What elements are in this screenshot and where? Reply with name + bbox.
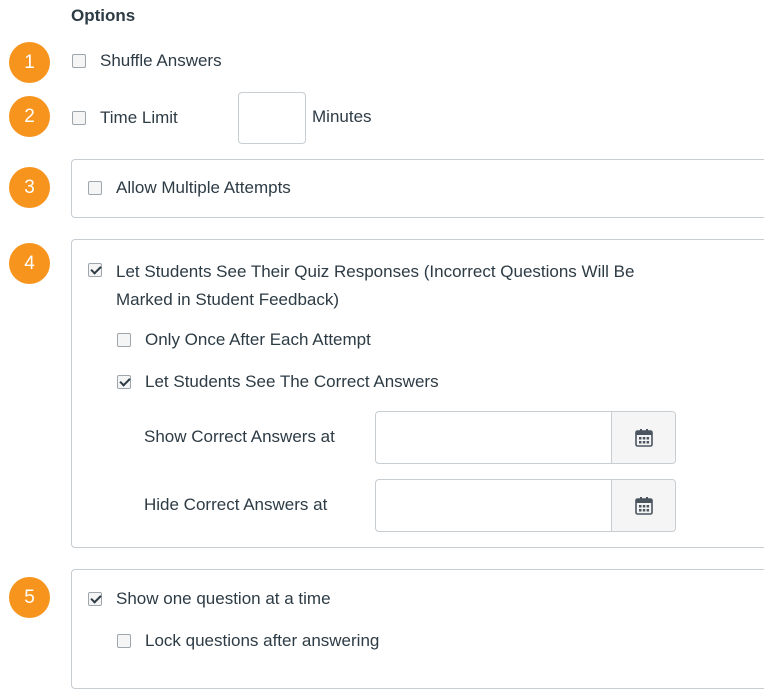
see-responses-checkbox[interactable]	[88, 263, 102, 277]
lock-questions-label: Lock questions after answering	[145, 631, 380, 650]
one-question-checkbox[interactable]	[88, 592, 102, 606]
show-correct-at-label: Show Correct Answers at	[144, 427, 335, 446]
shuffle-answers-option[interactable]: Shuffle Answers	[72, 51, 222, 71]
hide-correct-at-field	[375, 479, 676, 532]
time-limit-minutes-input[interactable]	[238, 92, 306, 144]
show-correct-at-calendar-button[interactable]	[611, 412, 675, 463]
multiple-attempts-panel: Allow Multiple Attempts	[71, 159, 764, 218]
hide-correct-at-label: Hide Correct Answers at	[144, 495, 328, 514]
minutes-unit-label: Minutes	[312, 107, 372, 126]
step-badge-4: 4	[9, 243, 50, 284]
one-question-label: Show one question at a time	[116, 589, 331, 608]
one-question-panel: Show one question at a time Lock questio…	[71, 569, 764, 689]
only-once-option[interactable]: Only Once After Each Attempt	[117, 330, 371, 350]
show-correct-at-field	[375, 411, 676, 464]
time-limit-label: Time Limit	[100, 108, 178, 127]
see-responses-label: Let Students See Their Quiz Responses (I…	[116, 258, 634, 314]
see-correct-answers-label: Let Students See The Correct Answers	[145, 372, 439, 391]
only-once-checkbox[interactable]	[117, 333, 131, 347]
see-correct-answers-checkbox[interactable]	[117, 375, 131, 389]
see-responses-option[interactable]: Let Students See Their Quiz Responses (I…	[88, 258, 634, 314]
hide-correct-at-calendar-button[interactable]	[611, 480, 675, 531]
options-heading: Options	[71, 6, 136, 25]
shuffle-answers-checkbox[interactable]	[72, 54, 86, 68]
see-responses-label-line2: Marked in Student Feedback)	[116, 290, 340, 309]
lock-questions-checkbox[interactable]	[117, 634, 131, 648]
multiple-attempts-option[interactable]: Allow Multiple Attempts	[88, 178, 291, 198]
only-once-label: Only Once After Each Attempt	[145, 330, 371, 349]
calendar-icon	[634, 428, 653, 447]
calendar-icon	[634, 496, 653, 515]
step-badge-5: 5	[9, 577, 50, 618]
step-badge-3: 3	[9, 167, 50, 208]
show-correct-at-input[interactable]	[376, 412, 611, 463]
time-limit-option[interactable]: Time Limit	[72, 108, 178, 128]
hide-correct-at-input[interactable]	[376, 480, 611, 531]
shuffle-answers-label: Shuffle Answers	[100, 51, 222, 70]
lock-questions-option[interactable]: Lock questions after answering	[117, 631, 379, 651]
multiple-attempts-checkbox[interactable]	[88, 181, 102, 195]
see-responses-label-line1: Let Students See Their Quiz Responses (I…	[116, 262, 635, 281]
see-correct-answers-option[interactable]: Let Students See The Correct Answers	[117, 372, 439, 392]
step-badge-1: 1	[9, 42, 50, 83]
one-question-option[interactable]: Show one question at a time	[88, 589, 331, 609]
multiple-attempts-label: Allow Multiple Attempts	[116, 178, 291, 197]
step-badge-2: 2	[9, 96, 50, 137]
time-limit-checkbox[interactable]	[72, 111, 86, 125]
